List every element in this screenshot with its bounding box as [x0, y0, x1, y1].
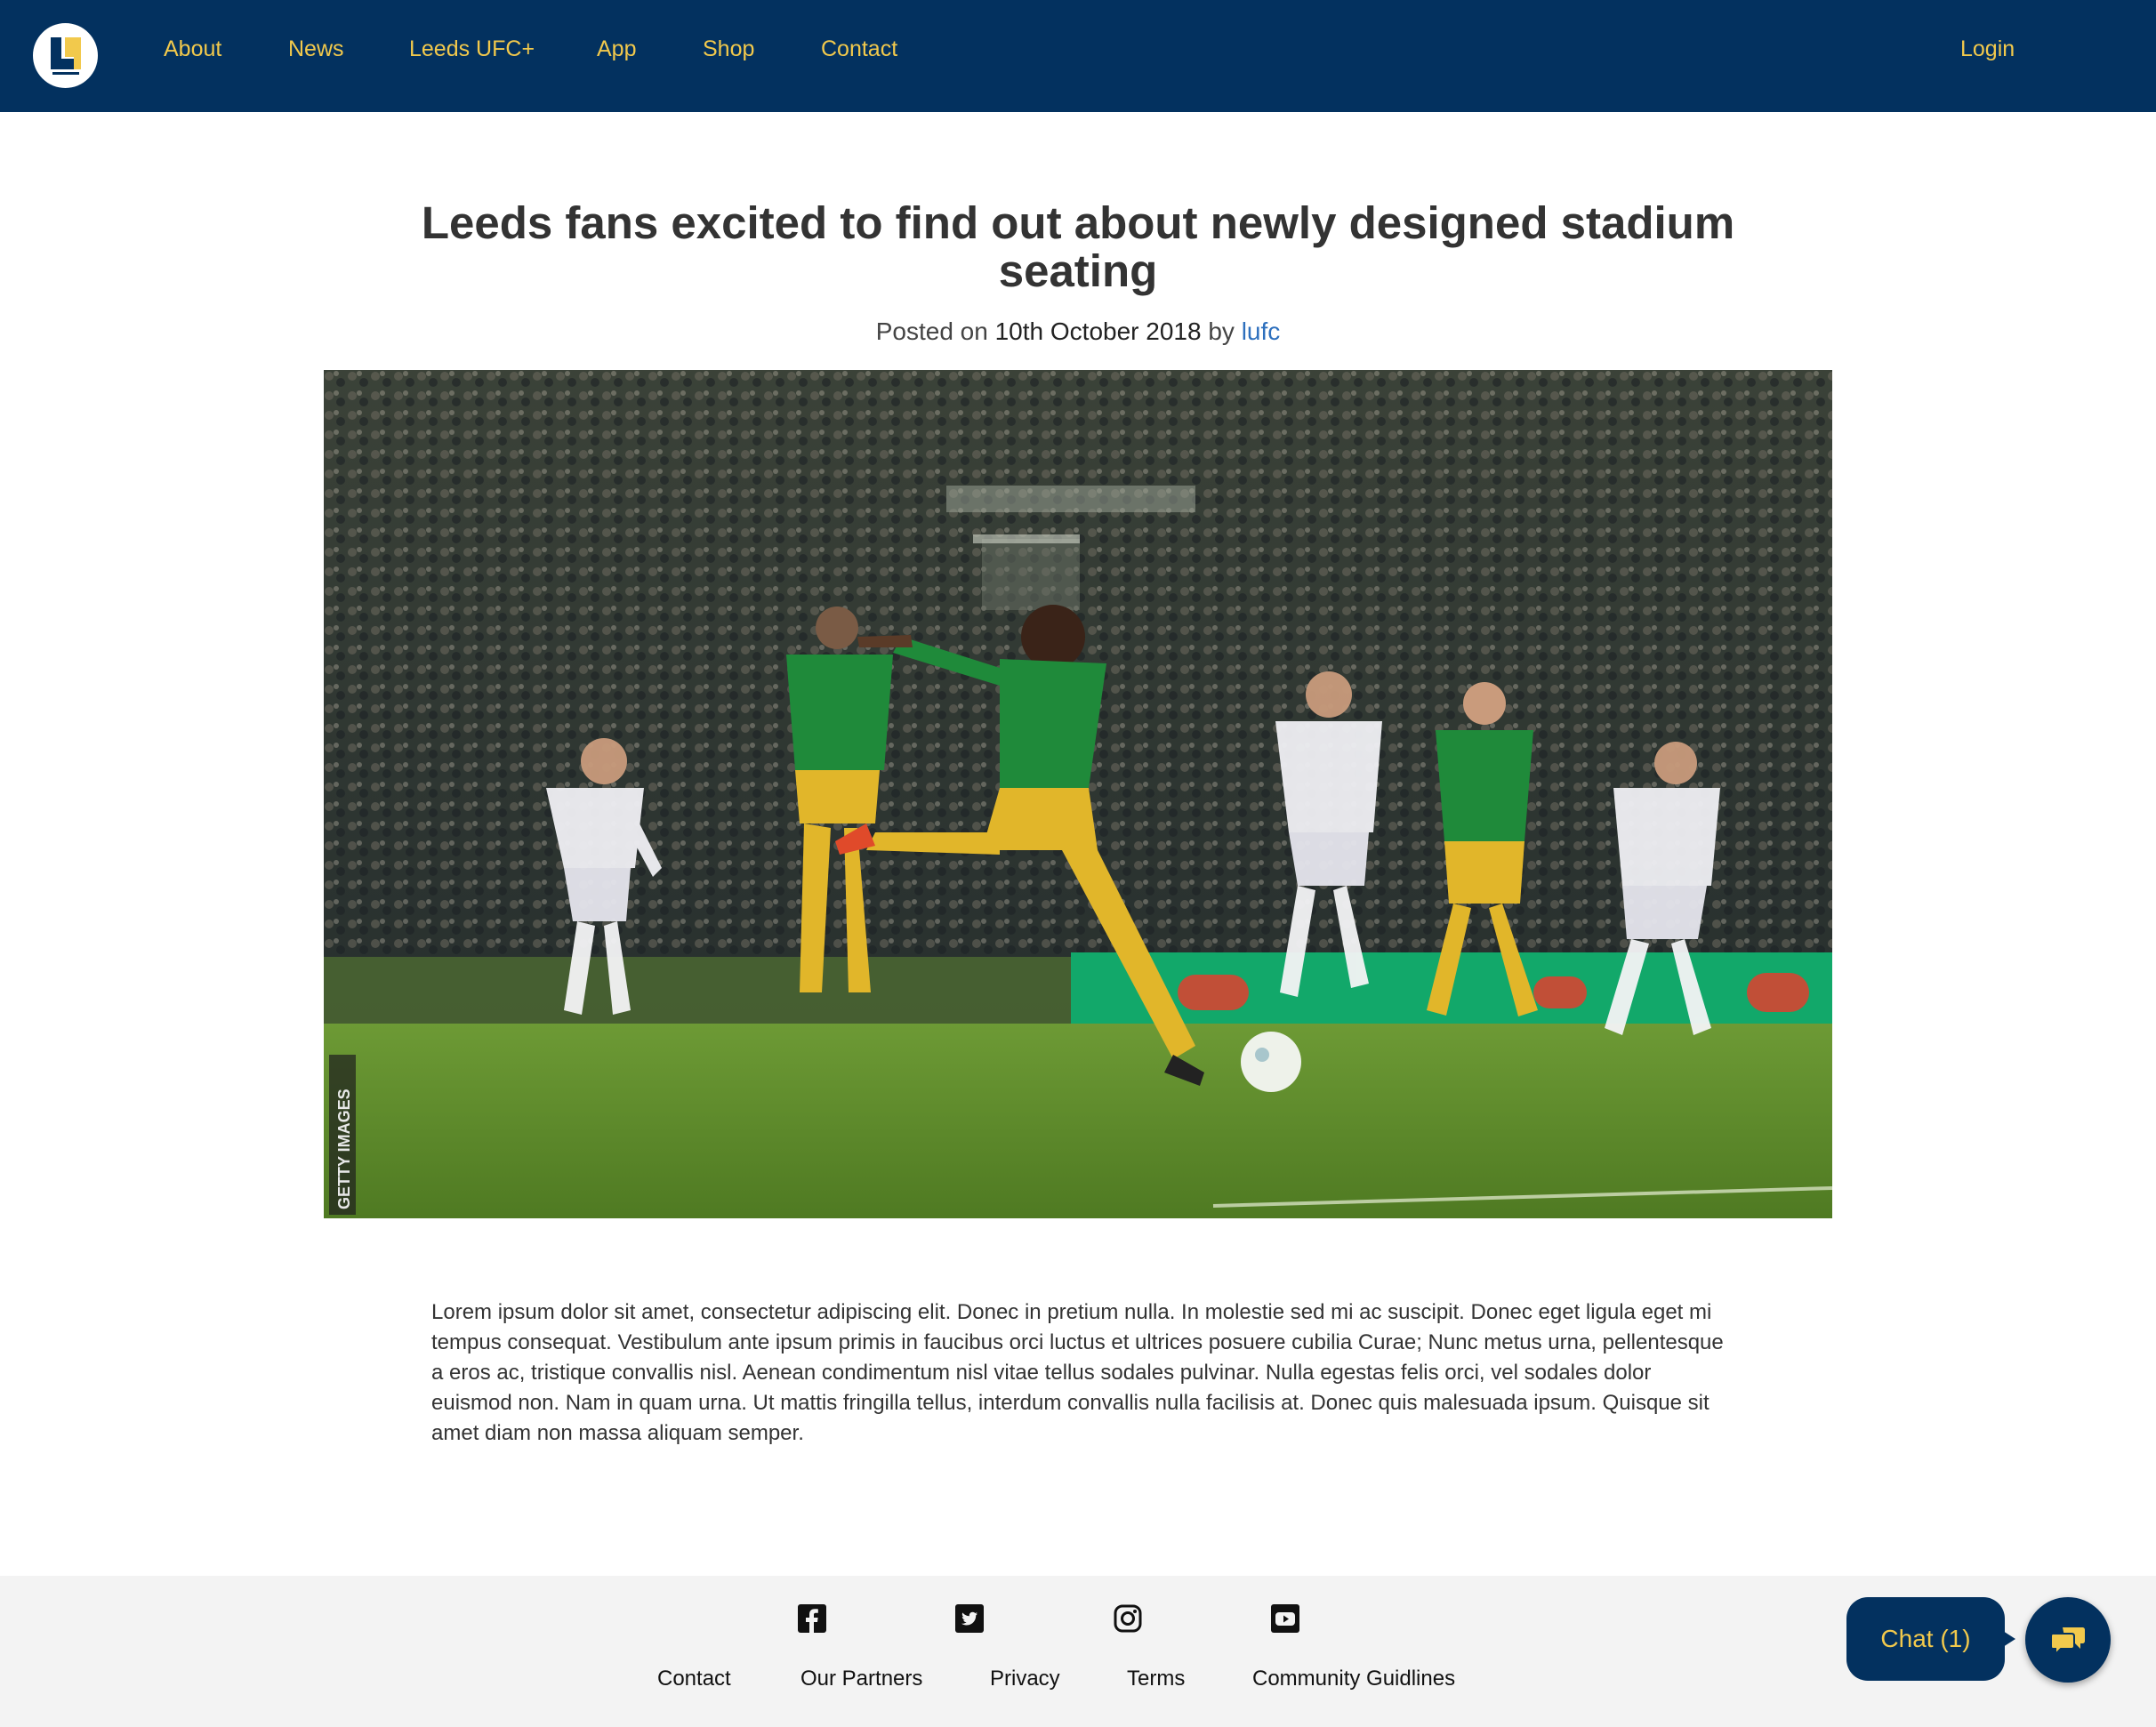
article-hero-image: GETTY IMAGES	[324, 370, 1832, 1218]
footer-link-community-guidelines[interactable]: Community Guidlines	[1252, 1666, 1455, 1692]
chat-launcher-button[interactable]	[2025, 1597, 2111, 1683]
facebook-icon[interactable]	[797, 1603, 827, 1634]
chat-label-button[interactable]: Chat (1)	[1846, 1597, 2005, 1681]
nav-contact[interactable]: Contact	[821, 36, 897, 62]
twitter-icon[interactable]	[954, 1603, 985, 1634]
by-label: by	[1208, 317, 1235, 345]
nav-app[interactable]: App	[597, 36, 636, 62]
logo-mark-icon	[51, 37, 81, 75]
site-footer	[0, 1576, 2156, 1727]
instagram-icon[interactable]	[1113, 1603, 1143, 1634]
article-title: Leeds fans excited to find out about new…	[421, 197, 1735, 296]
nav-shop[interactable]: Shop	[703, 36, 754, 62]
nav-leeds-ufc-plus[interactable]: Leeds UFC+	[409, 36, 535, 62]
login-link[interactable]: Login	[1960, 36, 2015, 62]
author-link[interactable]: lufc	[1242, 317, 1281, 345]
post-date: 10th October 2018	[994, 317, 1202, 345]
youtube-icon[interactable]	[1270, 1603, 1300, 1634]
chat-bubbles-icon	[2050, 1627, 2085, 1656]
posted-on-label: Posted on	[875, 317, 988, 345]
footer-link-our-partners[interactable]: Our Partners	[800, 1666, 922, 1692]
article-body: Lorem ipsum dolor sit amet, consectetur …	[431, 1300, 1724, 1445]
nav-about[interactable]: About	[164, 36, 221, 62]
top-navigation-bar: About News Leeds UFC+ App Shop Contact L…	[0, 0, 2156, 112]
article-meta: Posted on 10th October 2018 by lufc	[382, 317, 1774, 347]
leeds-united-logo[interactable]	[33, 23, 98, 88]
footer-link-terms[interactable]: Terms	[1127, 1666, 1185, 1692]
nav-news[interactable]: News	[288, 36, 344, 62]
image-credit: GETTY IMAGES	[335, 1088, 353, 1209]
footer-link-contact[interactable]: Contact	[657, 1666, 731, 1692]
footer-link-privacy[interactable]: Privacy	[990, 1666, 1060, 1692]
chat-pointer	[2003, 1631, 2015, 1647]
